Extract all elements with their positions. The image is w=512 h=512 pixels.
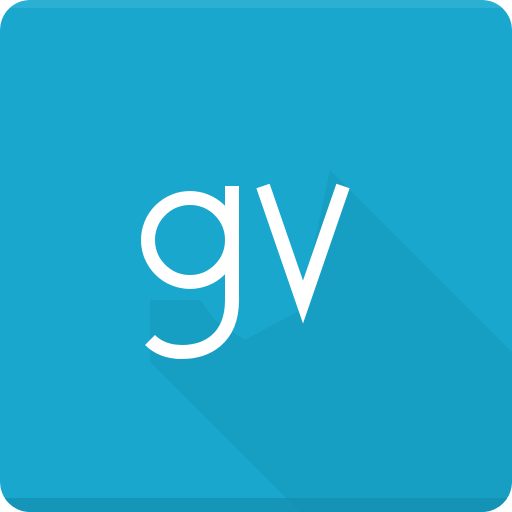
canvas: gv [0,0,512,512]
gv-logo-graphic: gv [0,0,512,512]
gv-app-icon[interactable]: gv [0,0,512,512]
icon-top-highlight [0,0,512,8]
